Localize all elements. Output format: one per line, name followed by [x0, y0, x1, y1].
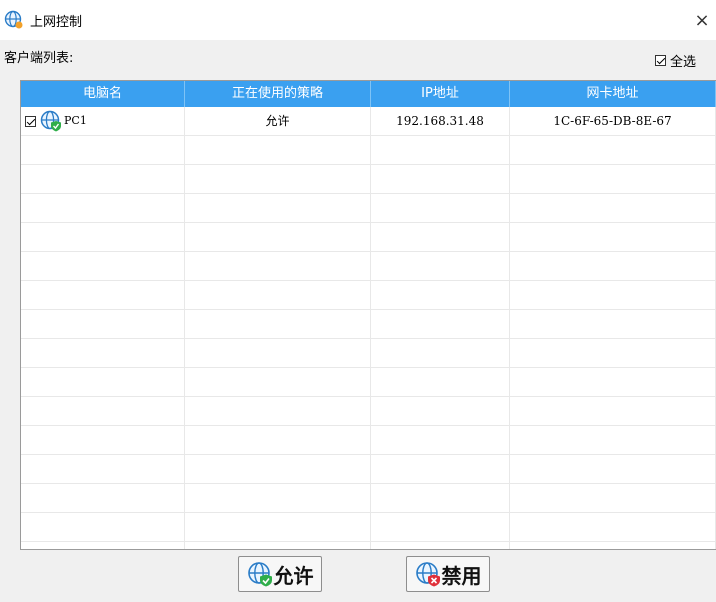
select-all-checkbox[interactable]: 全选 [654, 51, 696, 70]
table-row [21, 194, 716, 223]
column-header-ip[interactable]: IP地址 [371, 81, 510, 107]
table-row [21, 368, 716, 397]
computer-name-cell: PC1 [21, 107, 185, 135]
window-title: 上网控制 [30, 15, 83, 30]
table-row [21, 397, 716, 426]
allow-button[interactable]: 允许 [238, 556, 322, 592]
table-row[interactable]: PC1 允许 192.168.31.48 1C-6F-65-DB-8E-67 [21, 107, 716, 136]
client-table[interactable]: 电脑名 正在使用的策略 IP地址 网卡地址 PC1 允许 192.168.31.… [20, 80, 716, 550]
allow-button-label: 允许 [273, 563, 314, 588]
table-row [21, 426, 716, 455]
globe-deny-icon [415, 562, 440, 587]
mac-cell: 1C-6F-65-DB-8E-67 [510, 107, 716, 135]
column-header-mac[interactable]: 网卡地址 [510, 81, 716, 107]
table-row [21, 136, 716, 165]
computer-name: PC1 [64, 114, 87, 127]
deny-button[interactable]: 禁用 [406, 556, 490, 592]
select-all-label: 全选 [669, 55, 696, 70]
globe-icon [4, 10, 23, 29]
table-row [21, 339, 716, 368]
policy-cell: 允许 [185, 107, 371, 135]
table-header: 电脑名 正在使用的策略 IP地址 网卡地址 [21, 81, 716, 107]
globe-check-icon [247, 562, 272, 587]
table-row [21, 310, 716, 339]
table-row [21, 252, 716, 281]
table-row [21, 281, 716, 310]
table-row [21, 455, 716, 484]
deny-button-label: 禁用 [441, 563, 482, 588]
ip-cell: 192.168.31.48 [371, 107, 510, 135]
title-bar: 上网控制 × [0, 0, 716, 40]
column-header-policy[interactable]: 正在使用的策略 [185, 81, 371, 107]
table-row [21, 484, 716, 513]
table-row [21, 513, 716, 542]
table-row [21, 542, 716, 549]
table-row [21, 165, 716, 194]
column-header-computer-name[interactable]: 电脑名 [21, 81, 185, 107]
client-list-label: 客户端列表: [4, 51, 74, 66]
globe-shield-check-icon [40, 110, 61, 132]
close-button[interactable]: × [688, 8, 716, 34]
table-row [21, 223, 716, 252]
row-checkbox[interactable] [25, 115, 36, 127]
select-all-check[interactable] [654, 55, 666, 66]
